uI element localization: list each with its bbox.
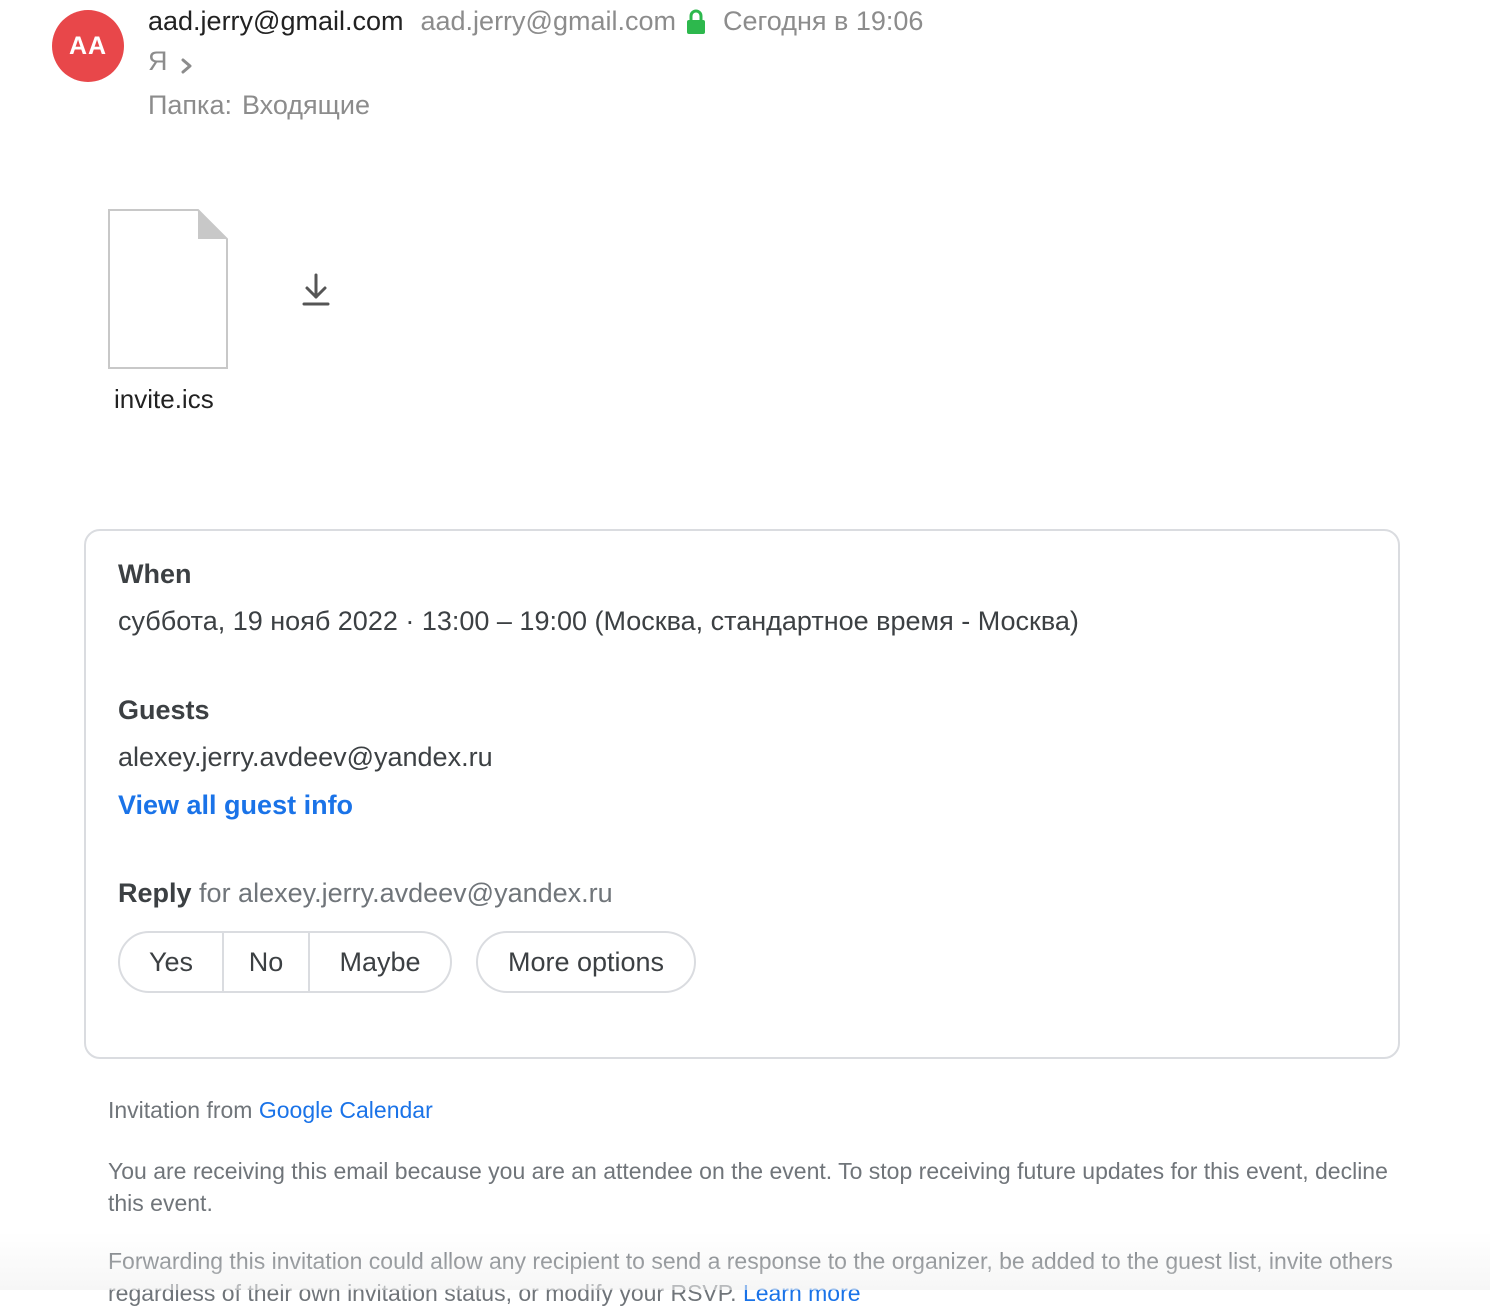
rsvp-no-button[interactable]: No	[224, 933, 310, 991]
learn-more-link[interactable]: Learn more	[743, 1280, 861, 1306]
guests-title: Guests	[118, 695, 210, 725]
reply-label: Reply	[118, 878, 192, 908]
invitation-from-label: Invitation from	[108, 1097, 253, 1123]
file-icon	[108, 209, 228, 369]
lock-icon	[686, 9, 706, 35]
invitation-from: Invitation from Google Calendar	[108, 1097, 433, 1124]
when-title: When	[118, 559, 192, 589]
attachment-preview[interactable]	[108, 209, 228, 369]
forwarding-notice: Forwarding this invitation could allow a…	[108, 1245, 1398, 1309]
message-header: aad.jerry@gmail.com aad.jerry@gmail.com …	[148, 6, 923, 37]
avatar[interactable]: AA	[52, 10, 124, 82]
event-datetime: суббота, 19 нояб 2022 · 13:00 – 19:00 (М…	[118, 606, 1079, 636]
sender-email[interactable]: aad.jerry@gmail.com	[421, 6, 677, 37]
more-options-button[interactable]: More options	[476, 931, 696, 993]
folder-label: Папка:	[148, 90, 232, 120]
guest-email: alexey.jerry.avdeev@yandex.ru	[118, 742, 493, 772]
folder-line: Папка: Входящие	[148, 90, 370, 121]
attachment-file-name[interactable]: invite.ics	[114, 384, 214, 415]
folder-name[interactable]: Входящие	[242, 90, 370, 120]
reply-for-text: for alexey.jerry.avdeev@yandex.ru	[199, 878, 613, 908]
rsvp-button-group: Yes No Maybe	[118, 931, 452, 993]
rsvp-maybe-button[interactable]: Maybe	[310, 933, 450, 991]
recipient-line[interactable]: Я	[148, 46, 194, 77]
attendee-notice: You are receiving this email because you…	[108, 1158, 1388, 1216]
rsvp-yes-button[interactable]: Yes	[120, 933, 224, 991]
download-icon[interactable]	[302, 273, 330, 307]
recipient-name[interactable]: Я	[148, 46, 168, 77]
message-date: Сегодня в 19:06	[723, 6, 924, 36]
view-all-guest-info-link[interactable]: View all guest info	[118, 790, 353, 821]
sender-name[interactable]: aad.jerry@gmail.com	[148, 6, 404, 37]
reply-line: Reply for alexey.jerry.avdeev@yandex.ru	[118, 878, 613, 909]
chevron-right-icon[interactable]	[180, 52, 194, 73]
google-calendar-link[interactable]: Google Calendar	[259, 1097, 433, 1123]
